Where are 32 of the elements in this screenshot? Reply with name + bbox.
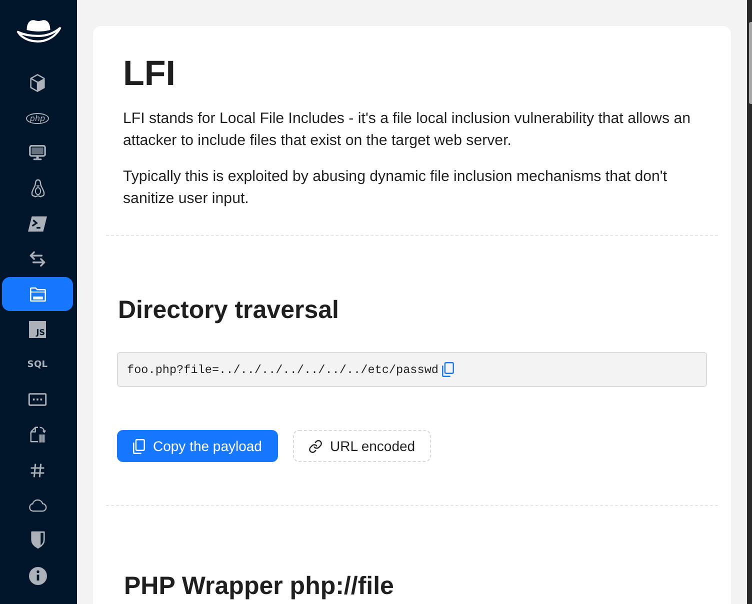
monitor-icon [29, 145, 46, 162]
hash-icon [30, 462, 45, 478]
link-icon [308, 440, 322, 452]
nav-item[interactable]: SQL [2, 348, 73, 382]
hat-logo [16, 17, 62, 45]
info-icon [28, 566, 46, 585]
folder-icon [30, 286, 46, 302]
keyboard-icon [28, 393, 47, 406]
cube-icon [30, 74, 45, 92]
terminal-icon [28, 216, 47, 232]
js-logo-text: JS [36, 328, 45, 337]
cloud-icon [28, 498, 47, 512]
paragraph: LFI stands for Local File Includes - it's a file local inclusion vulnerability that allows an attacker to include files that exist on the target web server. [123, 109, 692, 151]
document-icon [30, 425, 46, 444]
copy-icon [133, 438, 145, 454]
nav-item[interactable]: JS [2, 312, 73, 346]
nav-item[interactable] [2, 277, 73, 312]
copy-payload-button[interactable]: Copy the payload [117, 430, 278, 462]
url-encoded-button[interactable]: URL encoded [292, 430, 432, 462]
php-logo: php [26, 112, 50, 124]
page-title: LFI [123, 53, 176, 95]
paragraph: Typically this is exploited by abusing dynamic file inclusion mechanisms that don't sanitize user input. [123, 167, 668, 209]
shield-icon [30, 531, 44, 550]
code-text: foo.php?file=../../../../../../../etc/passwd [127, 362, 438, 376]
penguin-icon [30, 179, 44, 198]
copy-icon [442, 362, 454, 377]
nav-item[interactable]: php [2, 101, 73, 136]
section-heading: PHP Wrapper php://file [124, 571, 394, 602]
section-heading: Directory traversal [118, 295, 339, 326]
scrollbar[interactable] [747, 0, 752, 604]
scrollbar-thumb[interactable] [749, 22, 752, 104]
swap-arrows-icon [29, 250, 46, 267]
